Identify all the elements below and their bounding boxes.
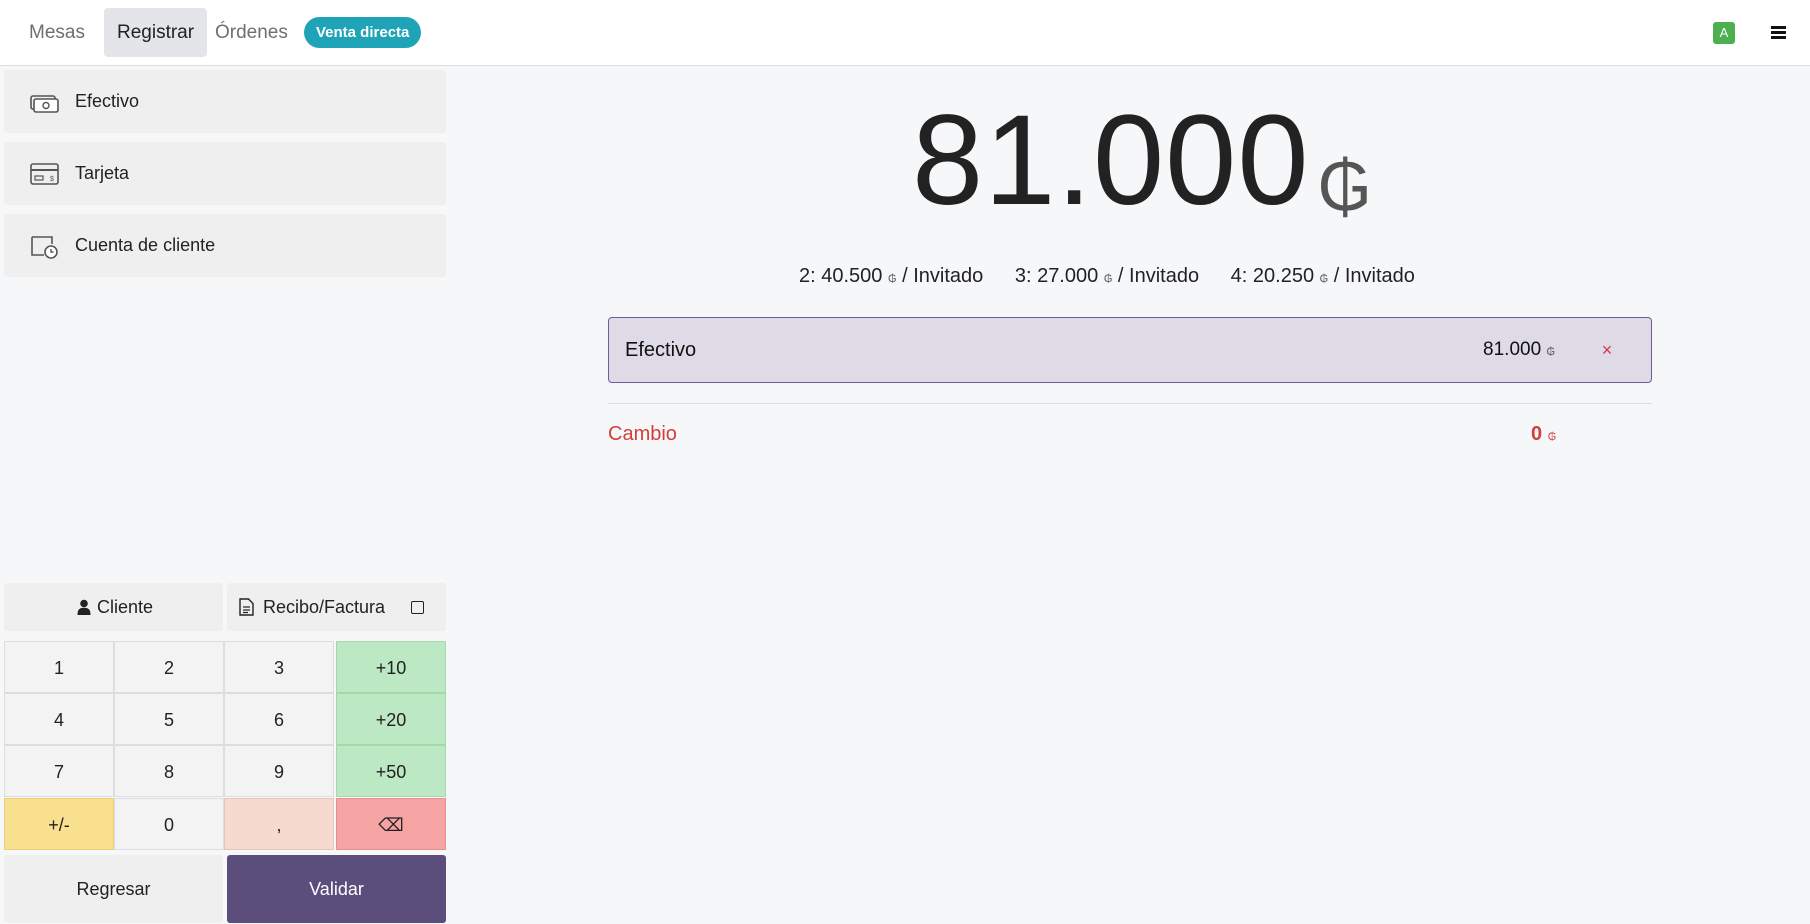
tab-mesas[interactable]: Mesas — [16, 8, 98, 57]
numpad-key-2[interactable]: 2 — [114, 641, 224, 693]
svg-text:$: $ — [50, 176, 54, 183]
payment-method-cash[interactable]: Efectivo — [4, 70, 446, 133]
delete-payment-icon[interactable]: × — [1595, 338, 1619, 362]
top-bar: Mesas Registrar Órdenes Venta directa A — [0, 0, 1810, 66]
numpad-key-3[interactable]: 3 — [224, 641, 334, 693]
divider — [608, 403, 1652, 404]
split-item: 2: 40.500 ₲ / Invitado — [799, 265, 983, 287]
payment-method-card[interactable]: $ Tarjeta — [4, 142, 446, 205]
document-icon — [239, 598, 254, 616]
numpad-key-plus10[interactable]: +10 — [336, 641, 446, 693]
numpad-key-decimal[interactable]: , — [224, 798, 334, 850]
total-amount: 81.000 — [912, 89, 1310, 232]
split-amount: 4: 20.250 — [1230, 265, 1315, 287]
payment-method-label: Tarjeta — [75, 163, 130, 183]
backspace-icon[interactable]: ⌫ — [336, 798, 446, 850]
payment-line-value: 81.000 — [1483, 339, 1542, 360]
numpad-key-plus50[interactable]: +50 — [336, 745, 446, 797]
invoice-checkbox[interactable] — [411, 601, 424, 614]
avatar[interactable]: A — [1713, 22, 1735, 44]
change-label: Cambio — [608, 423, 677, 445]
split-item: 4: 20.250 ₲ / Invitado — [1231, 265, 1415, 287]
direct-sale-badge[interactable]: Venta directa — [304, 17, 422, 48]
numpad-key-5[interactable]: 5 — [114, 693, 224, 745]
payment-method-label: Efectivo — [75, 91, 140, 111]
payment-method-label: Cuenta de cliente — [75, 235, 216, 255]
payment-line-currency: ₲ — [1546, 346, 1555, 358]
change-currency: ₲ — [1547, 431, 1557, 443]
split-currency: ₲ — [1319, 273, 1329, 285]
total-currency: ₲ — [1317, 147, 1372, 225]
numpad-key-plus20[interactable]: +20 — [336, 693, 446, 745]
payment-line-amount: 81.000 ₲ — [1483, 318, 1555, 384]
split-currency: ₲ — [887, 273, 897, 285]
split-suffix: / Invitado — [1112, 265, 1200, 287]
total-due: 81.000 ₲ — [912, 96, 1372, 226]
split-item: 3: 27.000 ₲ / Invitado — [1015, 265, 1199, 287]
payment-line[interactable]: Efectivo 81.000 ₲ × — [608, 317, 1652, 383]
numpad-key-0[interactable]: 0 — [114, 798, 224, 850]
invoice-button[interactable]: Recibo/Factura — [227, 583, 446, 631]
user-icon — [77, 599, 91, 615]
numpad-key-9[interactable]: 9 — [224, 745, 334, 797]
customer-account-icon — [31, 236, 58, 259]
split-per-guest: 2: 40.500 ₲ / Invitado 3: 27.000 ₲ / Inv… — [799, 262, 1441, 293]
payment-method-customer-account[interactable]: Cuenta de cliente — [4, 214, 446, 277]
validate-button[interactable]: Validar — [227, 855, 446, 923]
tab-registrar[interactable]: Registrar — [104, 8, 208, 57]
hamburger-icon[interactable] — [1766, 20, 1792, 46]
numpad-key-1[interactable]: 1 — [4, 641, 114, 693]
customer-button[interactable]: Cliente — [4, 583, 223, 631]
customer-label: Cliente — [97, 597, 154, 617]
split-amount: 3: 27.000 — [1014, 265, 1099, 287]
change-amount: 0 — [1531, 423, 1543, 445]
invoice-label: Recibo/Factura — [263, 597, 386, 617]
numpad-key-8[interactable]: 8 — [114, 745, 224, 797]
numpad-key-plus-minus[interactable]: +/- — [4, 798, 114, 850]
split-amount: 2: 40.500 — [799, 265, 883, 287]
change-value: 0 ₲ — [1531, 420, 1556, 451]
split-suffix: / Invitado — [1328, 265, 1415, 287]
tab-ordenes[interactable]: Órdenes — [202, 8, 301, 57]
payment-line-name: Efectivo — [625, 339, 697, 361]
numpad: 1 2 3 +10 4 5 6 +20 7 8 9 +50 +/- 0 , ⌫ — [4, 641, 446, 850]
numpad-key-4[interactable]: 4 — [4, 693, 114, 745]
split-suffix: / Invitado — [896, 265, 984, 287]
numpad-key-7[interactable]: 7 — [4, 745, 114, 797]
cash-icon — [30, 95, 59, 113]
numpad-key-6[interactable]: 6 — [224, 693, 334, 745]
card-icon: $ — [30, 163, 59, 185]
back-button[interactable]: Regresar — [4, 855, 223, 923]
